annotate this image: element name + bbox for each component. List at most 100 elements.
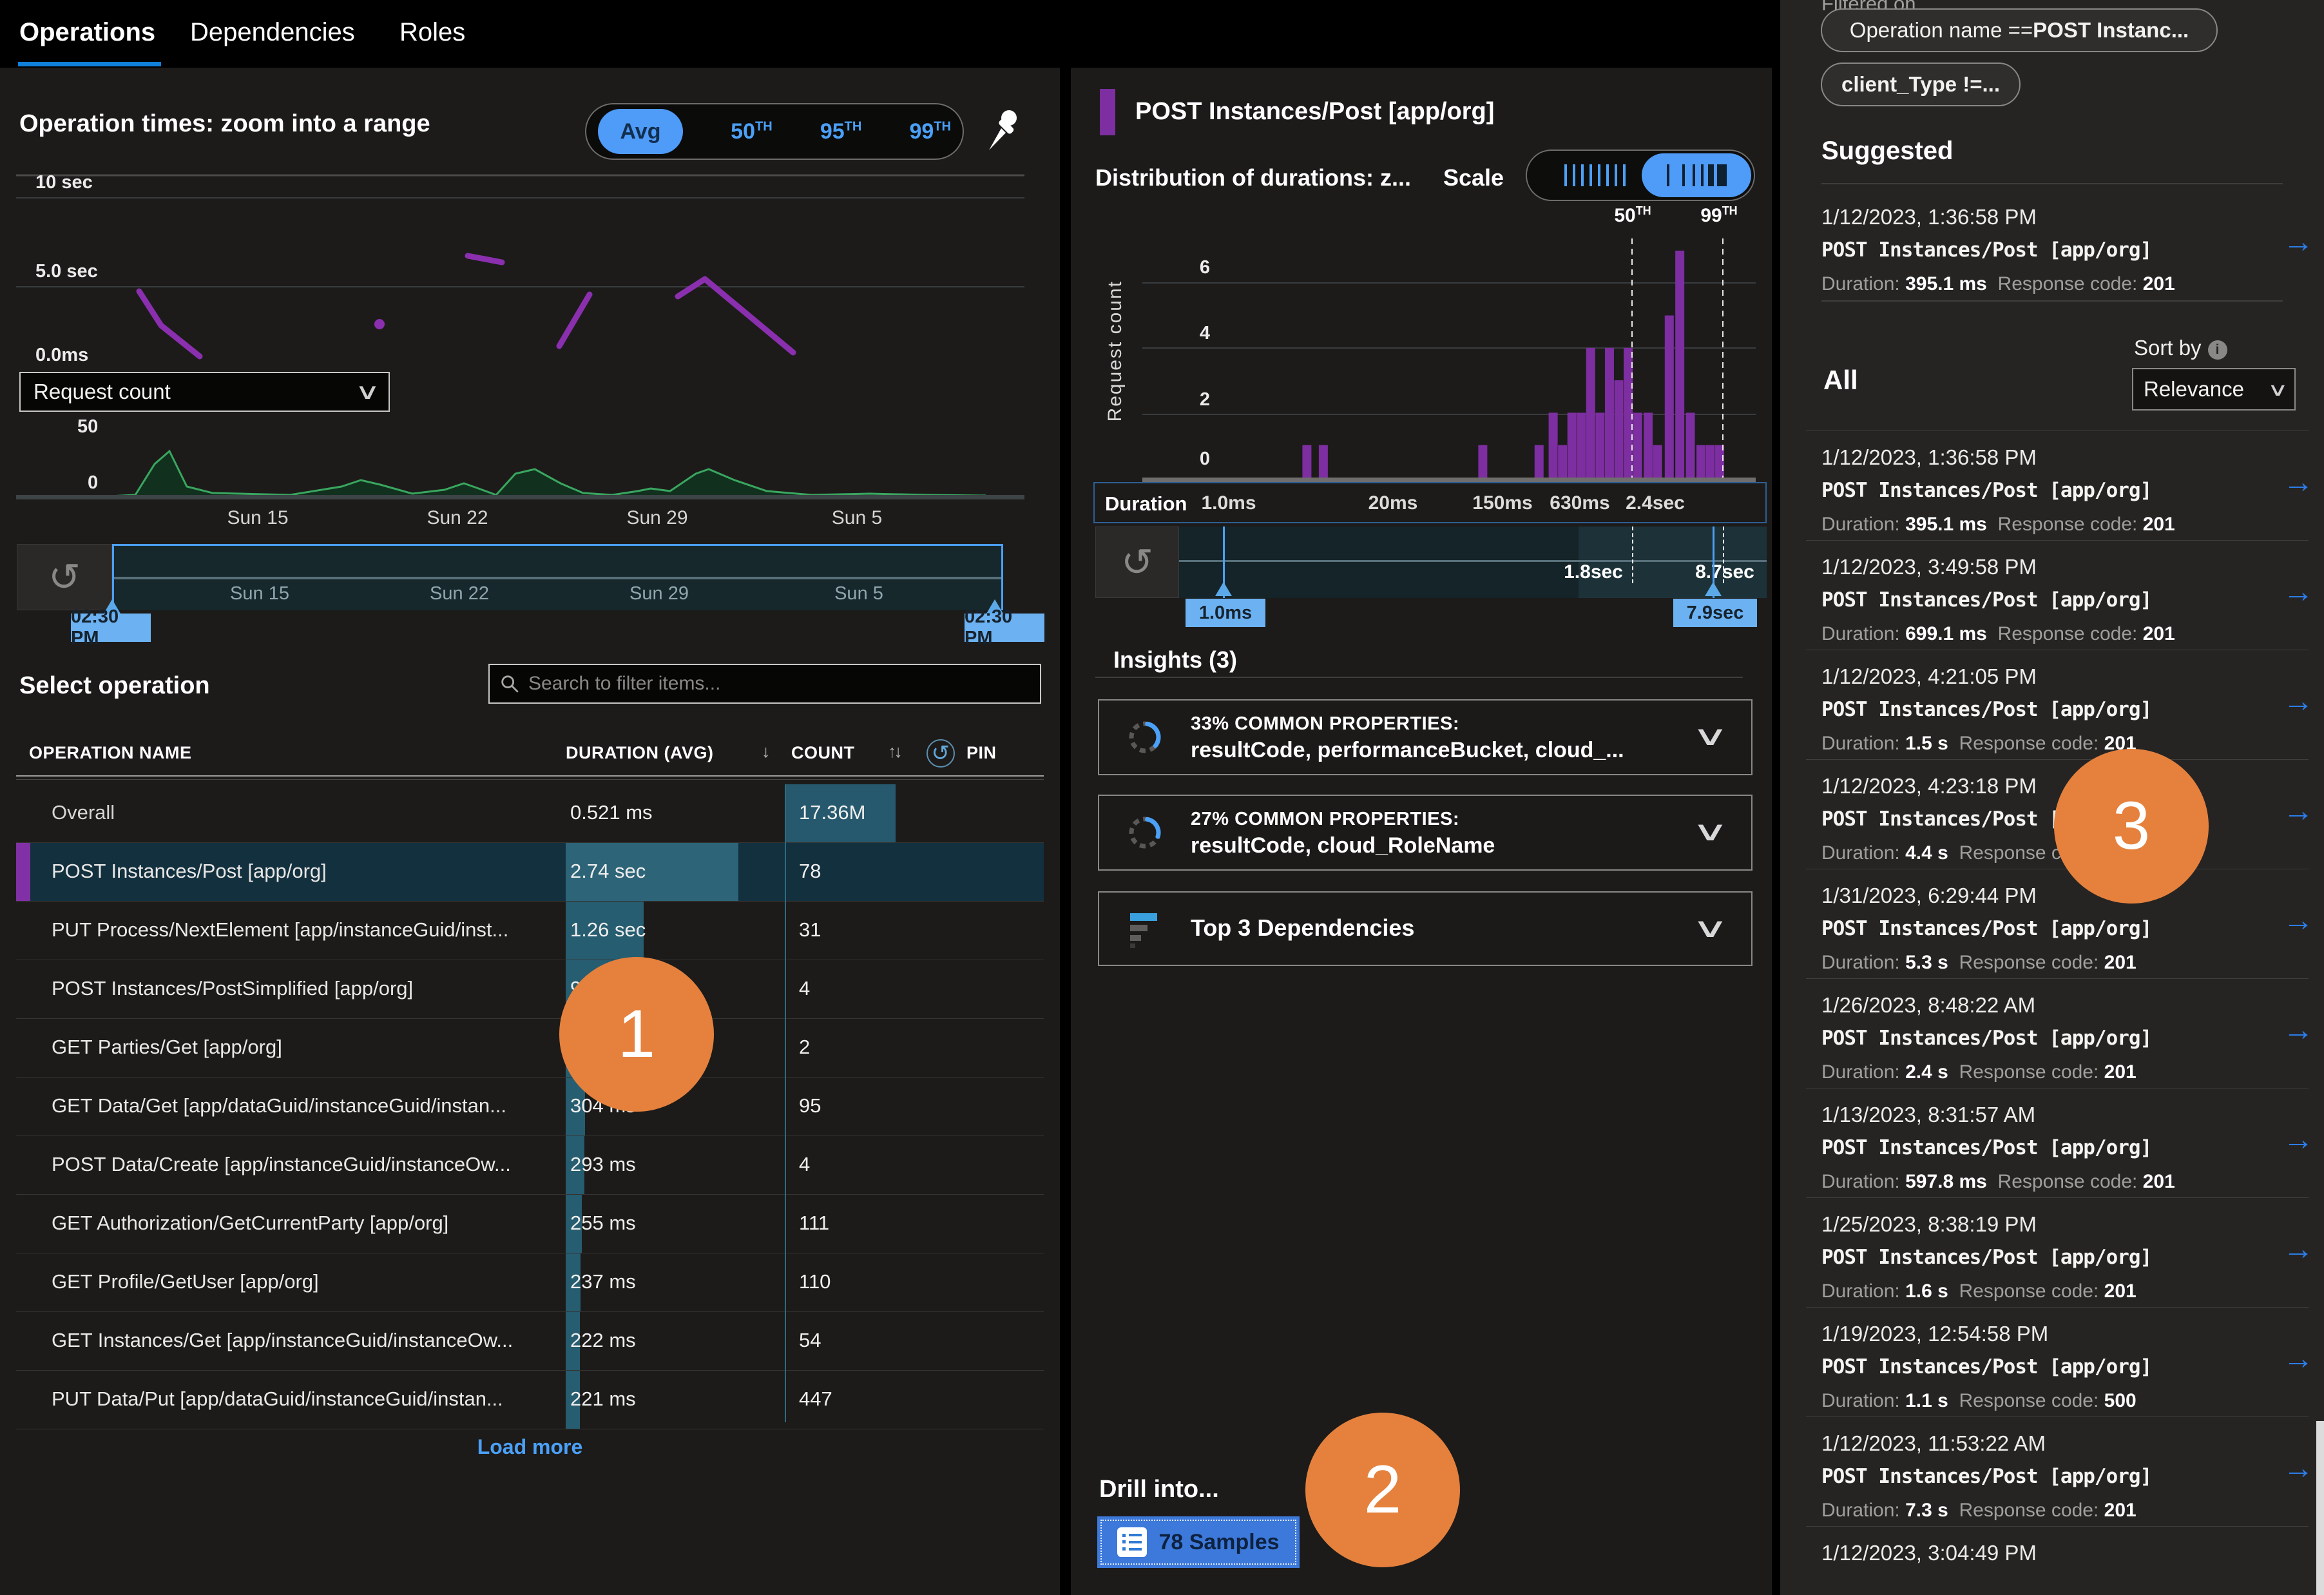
tab-roles[interactable]: Roles xyxy=(399,18,465,47)
col-count[interactable]: COUNT xyxy=(791,743,855,763)
open-sample-arrow-icon[interactable]: → xyxy=(2283,1341,2314,1377)
table-row[interactable]: POST Data/Create [app/instanceGuid/insta… xyxy=(16,1136,1044,1195)
donut-chart-icon xyxy=(1126,719,1164,759)
range-start-chip[interactable]: 1.0ms xyxy=(1186,599,1265,627)
time-end-chip[interactable]: 02:30 PM xyxy=(965,614,1044,642)
percentile-toggle[interactable]: Avg 50TH 95TH 99TH xyxy=(585,103,964,160)
scrollbar-thumb[interactable] xyxy=(2316,1421,2324,1595)
filter-chip-operation-name[interactable]: Operation name == POST Instanc... xyxy=(1821,8,2218,52)
table-row[interactable]: GET Authorization/GetCurrentParty [app/o… xyxy=(16,1195,1044,1253)
scale-toggle[interactable] xyxy=(1526,150,1755,201)
samples-button[interactable]: 78 Samples xyxy=(1097,1516,1300,1568)
insight-card-common-properties-1[interactable]: 33% COMMON PROPERTIES: resultCode, perfo… xyxy=(1098,699,1753,775)
tab-dependencies[interactable]: Dependencies xyxy=(190,18,355,47)
insight-card-top-dependencies[interactable]: Top 3 Dependencies ∨ xyxy=(1098,891,1753,966)
log-scale-icon[interactable] xyxy=(1642,153,1751,197)
linear-scale-icon[interactable] xyxy=(1546,151,1643,200)
open-sample-arrow-icon[interactable]: → xyxy=(2283,574,2314,610)
duration-handle-left[interactable] xyxy=(1215,582,1232,596)
open-sample-arrow-icon[interactable]: → xyxy=(2283,224,2314,260)
table-row[interactable]: POST Instances/Post [app/org]2.74 sec78 xyxy=(16,843,1044,902)
chevron-down-icon[interactable]: ∨ xyxy=(1691,815,1729,847)
chevron-down-icon[interactable]: ∨ xyxy=(1691,912,1729,943)
sample-list-item[interactable]: 1/12/2023, 3:49:58 PMPOST Instances/Post… xyxy=(1806,540,2309,650)
sample-list-item[interactable]: 1/12/2023, 1:36:58 PMPOST Instances/Post… xyxy=(1806,430,2309,540)
operation-duration: 1.26 sec xyxy=(570,918,646,942)
divider xyxy=(1821,183,2283,184)
open-sample-arrow-icon[interactable]: → xyxy=(2283,1451,2314,1486)
open-sample-arrow-icon[interactable]: → xyxy=(2283,793,2314,829)
insight-title: Top 3 Dependencies xyxy=(1191,914,1414,942)
sample-duration-line: Duration: 1.1 s Response code: 500 xyxy=(1821,1390,2137,1412)
percentile-99[interactable]: 99TH xyxy=(909,119,951,144)
sample-list-item[interactable]: 1/13/2023, 8:31:57 AMPOST Instances/Post… xyxy=(1806,1088,2309,1197)
table-row[interactable]: PUT Process/NextElement [app/instanceGui… xyxy=(16,902,1044,960)
p99-value: 8.7sec xyxy=(1689,561,1760,583)
sample-list-item[interactable]: 1/12/2023, 4:21:05 PMPOST Instances/Post… xyxy=(1806,650,2309,759)
sort-by-label: Sort byi xyxy=(2134,336,2227,360)
open-sample-arrow-icon[interactable]: → xyxy=(2283,1122,2314,1157)
suggested-sample[interactable]: 1/12/2023, 1:36:58 PMPOST Instances/Post… xyxy=(1806,186,2309,300)
sample-list-item[interactable]: 1/12/2023, 11:53:22 AMPOST Instances/Pos… xyxy=(1806,1416,2309,1526)
duration-brush[interactable]: ↺ 1.8sec 8.7sec 1.0ms 7.9sec xyxy=(1095,527,1767,598)
percentile-95[interactable]: 95TH xyxy=(820,119,862,144)
table-row[interactable]: GET Profile/GetUser [app/org]237 ms110 xyxy=(16,1253,1044,1312)
sort-desc-icon[interactable]: ↓ xyxy=(762,742,771,762)
sample-list-item[interactable]: 1/12/2023, 3:04:49 PM xyxy=(1806,1526,2309,1595)
insight-properties-line: resultCode, cloud_RoleName xyxy=(1191,833,1495,858)
table-row[interactable]: Overall0.521 ms17.36M xyxy=(16,784,1044,843)
duration-histogram[interactable] xyxy=(1142,213,1756,483)
sample-list-item[interactable]: 1/25/2023, 8:38:19 PMPOST Instances/Post… xyxy=(1806,1197,2309,1307)
reset-zoom-button[interactable]: ↺ xyxy=(17,544,112,610)
chevron-down-icon[interactable]: ∨ xyxy=(1691,720,1729,751)
table-row[interactable]: GET Data/Get [app/dataGuid/instanceGuid/… xyxy=(16,1078,1044,1136)
sample-timestamp: 1/12/2023, 4:21:05 PM xyxy=(1821,664,2037,689)
open-sample-arrow-icon[interactable]: → xyxy=(2283,1012,2314,1048)
sort-dropdown[interactable]: Relevance ∨ xyxy=(2132,368,2296,411)
sample-operation: POST Instances/Post [app/org] xyxy=(1821,1027,2151,1050)
col-pin[interactable]: PIN xyxy=(966,743,997,763)
insight-card-common-properties-2[interactable]: 27% COMMON PROPERTIES: resultCode, cloud… xyxy=(1098,795,1753,871)
brush-track[interactable]: Sun 15Sun 22Sun 29Sun 5 xyxy=(112,544,1003,610)
operation-times-chart[interactable] xyxy=(16,174,1024,374)
metric-dropdown[interactable]: Request count ∨ xyxy=(19,372,390,412)
duration-brush-track[interactable] xyxy=(1179,527,1767,598)
col-duration[interactable]: DURATION (AVG) xyxy=(566,743,713,763)
histogram-y-tick: 6 xyxy=(1180,257,1210,278)
sort-both-icon[interactable]: ↑↓ xyxy=(888,742,900,762)
undo-icon: ↺ xyxy=(1121,543,1153,582)
open-sample-arrow-icon[interactable]: → xyxy=(2283,903,2314,938)
table-row[interactable]: POST Instances/PostSimplified [app/org]9… xyxy=(16,960,1044,1019)
table-row[interactable]: GET Instances/Get [app/instanceGuid/inst… xyxy=(16,1312,1044,1371)
col-operation-name[interactable]: OPERATION NAME xyxy=(29,743,192,763)
time-range-brush[interactable]: ↺ Sun 15Sun 22Sun 29Sun 5 02:30 PM 02:30… xyxy=(17,544,1003,610)
percentile-50[interactable]: 50TH xyxy=(731,119,773,144)
time-start-chip[interactable]: 02:30 PM xyxy=(71,614,151,642)
sample-list-item[interactable]: 1/26/2023, 8:48:22 AMPOST Instances/Post… xyxy=(1806,978,2309,1088)
open-sample-arrow-icon[interactable]: → xyxy=(2283,684,2314,719)
load-more-link[interactable]: Load more xyxy=(16,1435,1044,1459)
open-sample-arrow-icon[interactable]: → xyxy=(2283,465,2314,500)
sample-list-item[interactable]: 1/19/2023, 12:54:58 PMPOST Instances/Pos… xyxy=(1806,1307,2309,1416)
table-row[interactable]: GET Parties/Get [app/org]2 xyxy=(16,1019,1044,1078)
table-row[interactable]: PUT Data/Put [app/dataGuid/instanceGuid/… xyxy=(16,1371,1044,1429)
info-icon[interactable]: i xyxy=(2208,340,2227,360)
operation-name: PUT Process/NextElement [app/instanceGui… xyxy=(52,918,508,942)
tab-operations[interactable]: Operations xyxy=(19,18,155,47)
pin-all-icon[interactable]: ↺ xyxy=(927,739,955,768)
brush-x-label: Sun 29 xyxy=(608,583,711,604)
tab-bar: Operations Dependencies Roles xyxy=(0,0,1780,68)
duration-handle-right[interactable] xyxy=(1705,582,1722,596)
filter-chip-client-type[interactable]: client_Type !=... xyxy=(1821,63,2021,106)
range-end-chip[interactable]: 7.9sec xyxy=(1673,599,1757,627)
reset-duration-zoom-button[interactable]: ↺ xyxy=(1095,527,1179,598)
operation-name: GET Authorization/GetCurrentParty [app/o… xyxy=(52,1212,448,1235)
operation-count: 111 xyxy=(799,1212,829,1235)
sample-timestamp: 1/12/2023, 1:36:58 PM xyxy=(1821,445,2037,470)
operation-duration: 222 ms xyxy=(570,1329,636,1352)
pin-chart-icon[interactable] xyxy=(984,106,1021,156)
percentile-avg[interactable]: Avg xyxy=(598,109,683,154)
sample-list-item[interactable]: 1/31/2023, 6:29:44 PMPOST Instances/Post… xyxy=(1806,869,2309,978)
open-sample-arrow-icon[interactable]: → xyxy=(2283,1232,2314,1267)
search-input[interactable]: Search to filter items... xyxy=(488,664,1041,704)
